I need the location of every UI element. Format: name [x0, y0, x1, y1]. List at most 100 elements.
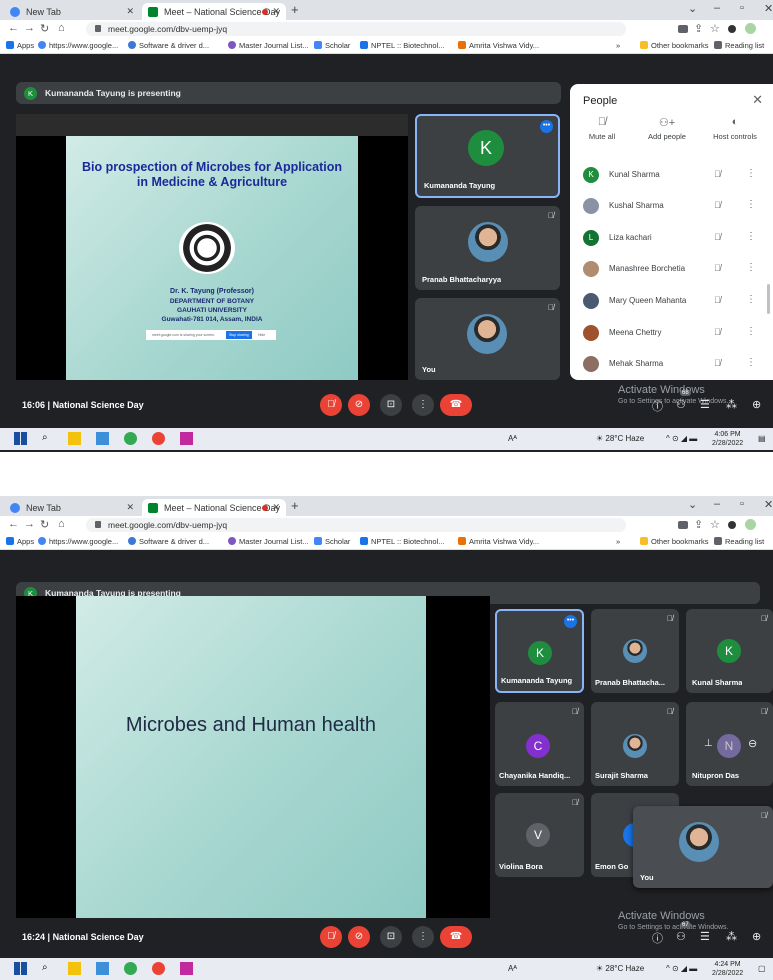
star-icon[interactable]: ☆ — [710, 518, 720, 531]
activities-icon[interactable]: ⁂ — [726, 930, 737, 943]
chat-icon[interactable]: ☰ — [700, 398, 710, 411]
extension-icon[interactable] — [728, 25, 736, 33]
participant-tile-pranab[interactable]: 🎙̸ Pranab Bhattacha... — [591, 609, 679, 693]
info-icon[interactable]: ⓘ — [652, 398, 663, 414]
people-icon[interactable]: ⚇ — [676, 930, 686, 943]
clock[interactable]: 4:24 PM 2/28/2022 — [712, 960, 743, 978]
tab-new-tab[interactable]: New Tab ✕ — [4, 3, 140, 20]
remove-icon[interactable]: ⊖ — [748, 737, 757, 750]
windows-start-icon[interactable] — [14, 962, 27, 975]
more-options-icon[interactable]: ⋮ — [746, 357, 756, 368]
participant-tile-chayanika[interactable]: 🎙̸ C Chayanika Handiq... — [495, 702, 584, 786]
bookmark-software[interactable]: Software & driver d... — [128, 537, 209, 546]
url-field[interactable]: meet.google.com/dbv-uemp-jyq — [86, 22, 626, 36]
chrome-taskbar-icon[interactable] — [124, 432, 137, 445]
pin-icon[interactable]: ⊥ — [704, 738, 713, 749]
clock[interactable]: 4:06 PM 2/28/2022 — [712, 430, 743, 448]
presentation-stage[interactable]: Microbes and Human health — [16, 596, 490, 918]
camera-toggle-button[interactable]: ⊘ — [348, 926, 370, 948]
leave-call-button[interactable]: ☎ — [440, 926, 472, 948]
participant-row[interactable]: Meena Chettry 🎙̸ ⋮ — [570, 319, 773, 347]
file-explorer-icon[interactable] — [68, 432, 81, 445]
more-options-icon[interactable]: ⋮ — [746, 168, 756, 179]
bookmark-google[interactable]: https://www.google... — [38, 537, 118, 546]
participant-row[interactable]: L Liza kachari 🎙̸ ⋮ — [570, 224, 773, 252]
more-options-icon[interactable]: ⋮ — [746, 294, 756, 305]
search-icon[interactable]: ⌕ — [42, 962, 55, 975]
reading-list[interactable]: Reading list — [714, 537, 764, 546]
minimize-icon[interactable]: – — [714, 498, 720, 510]
chat-icon[interactable]: ☰ — [700, 930, 710, 943]
bookmark-nptel[interactable]: NPTEL :: Biotechnol... — [360, 537, 445, 546]
tab-search-icon[interactable]: ⌄ — [688, 2, 697, 15]
close-window-icon[interactable]: ✕ — [764, 2, 773, 15]
forward-icon[interactable]: → — [24, 22, 35, 34]
file-explorer-icon[interactable] — [68, 962, 81, 975]
notification-icon[interactable]: ▢ — [758, 964, 766, 973]
new-tab-button[interactable]: + — [291, 2, 299, 17]
participant-tile-kumananda[interactable]: ••• K Kumananda Tayung — [495, 609, 584, 693]
bookmark-google[interactable]: https://www.google... — [38, 41, 118, 50]
more-options-icon[interactable]: ••• — [540, 120, 553, 133]
people-icon[interactable]: ⚇ — [676, 398, 686, 411]
bookmarks-overflow[interactable]: » — [616, 41, 620, 50]
tray-icons[interactable]: ^ ⊙ ◢ ▬ — [666, 434, 697, 443]
self-view-tile[interactable]: 🎙̸ You — [633, 806, 773, 888]
participant-row[interactable]: Mary Queen Mahanta 🎙̸ ⋮ — [570, 287, 773, 315]
bookmark-amrita[interactable]: Amrita Vishwa Vidy... — [458, 537, 539, 546]
other-bookmarks[interactable]: Other bookmarks — [640, 537, 709, 546]
participant-row[interactable]: K Kunal Sharma 🎙̸ ⋮ — [570, 161, 773, 189]
present-button[interactable]: ⊡ — [380, 926, 402, 948]
tab-meet[interactable]: Meet – National Science Day ✕ — [142, 3, 286, 20]
more-options-icon[interactable]: ⋮ — [746, 326, 756, 337]
taskbar-app-icon[interactable] — [96, 962, 109, 975]
leave-call-button[interactable]: ☎ — [440, 394, 472, 416]
more-options-button[interactable]: ⋮ — [412, 926, 434, 948]
star-icon[interactable]: ☆ — [710, 22, 720, 35]
back-icon[interactable]: ← — [8, 518, 19, 530]
mic-toggle-button[interactable]: 🎙̸ — [320, 926, 342, 948]
windows-start-icon[interactable] — [14, 432, 27, 445]
taskbar-app-icon-2[interactable] — [180, 962, 193, 975]
font-icon[interactable]: Aᴬ — [508, 434, 517, 443]
tray-icons[interactable]: ^ ⊙ ◢ ▬ — [666, 964, 697, 973]
present-button[interactable]: ⊡ — [380, 394, 402, 416]
participant-row[interactable]: Manashree Borchetia 🎙̸ ⋮ — [570, 255, 773, 283]
notification-icon[interactable]: ▤ — [758, 434, 766, 443]
bookmark-journal[interactable]: Master Journal List... — [228, 537, 309, 546]
new-tab-button[interactable]: + — [291, 498, 299, 513]
profile-avatar[interactable] — [745, 23, 756, 34]
close-tab-icon[interactable]: ✕ — [272, 502, 280, 513]
reading-list[interactable]: Reading list — [714, 41, 764, 50]
reload-icon[interactable]: ↻ — [40, 22, 49, 35]
chrome-taskbar-icon-2[interactable] — [152, 962, 165, 975]
mute-all-button[interactable]: 🎙̸ Mute all — [570, 116, 634, 141]
search-icon[interactable]: ⌕ — [42, 432, 55, 445]
participant-tile-nitupron[interactable]: 🎙̸ ⊥ N ⊖ Nitupron Das — [686, 702, 773, 786]
bookmark-software[interactable]: Software & driver d... — [128, 41, 209, 50]
weather-widget[interactable]: ☀ 28°C Haze — [596, 964, 644, 973]
maximize-icon[interactable]: ▫ — [740, 2, 744, 14]
participant-tile-kunal[interactable]: 🎙̸ K Kunal Sharma — [686, 609, 773, 693]
back-icon[interactable]: ← — [8, 22, 19, 34]
other-bookmarks[interactable]: Other bookmarks — [640, 41, 709, 50]
bookmark-scholar[interactable]: Scholar — [314, 537, 350, 546]
participant-row[interactable]: Kushal Sharma 🎙̸ ⋮ — [570, 192, 773, 220]
stop-sharing-button[interactable]: Stop sharing — [226, 331, 252, 339]
presentation-stage[interactable]: Bio prospection of Microbes for Applicat… — [16, 114, 408, 380]
more-options-icon[interactable]: ⋮ — [746, 262, 756, 273]
more-options-button[interactable]: ⋮ — [412, 394, 434, 416]
camera-indicator-icon[interactable] — [678, 521, 688, 529]
bookmark-apps[interactable]: Apps — [6, 41, 34, 50]
url-field[interactable]: meet.google.com/dbv-uemp-jyq — [86, 518, 626, 532]
share-icon[interactable]: ⇪ — [694, 518, 703, 531]
close-tab-icon[interactable]: ✕ — [272, 6, 280, 17]
more-options-icon[interactable]: ••• — [564, 615, 577, 628]
extension-icon[interactable] — [728, 521, 736, 529]
bookmark-amrita[interactable]: Amrita Vishwa Vidy... — [458, 41, 539, 50]
host-controls-button[interactable]: ◐ Host controls — [703, 116, 767, 141]
participant-row[interactable]: Mehak Sharma 🎙̸ ⋮ — [570, 350, 773, 378]
add-people-button[interactable]: ⚇+ Add people — [635, 116, 699, 141]
taskbar-app-icon[interactable] — [96, 432, 109, 445]
reload-icon[interactable]: ↻ — [40, 518, 49, 531]
